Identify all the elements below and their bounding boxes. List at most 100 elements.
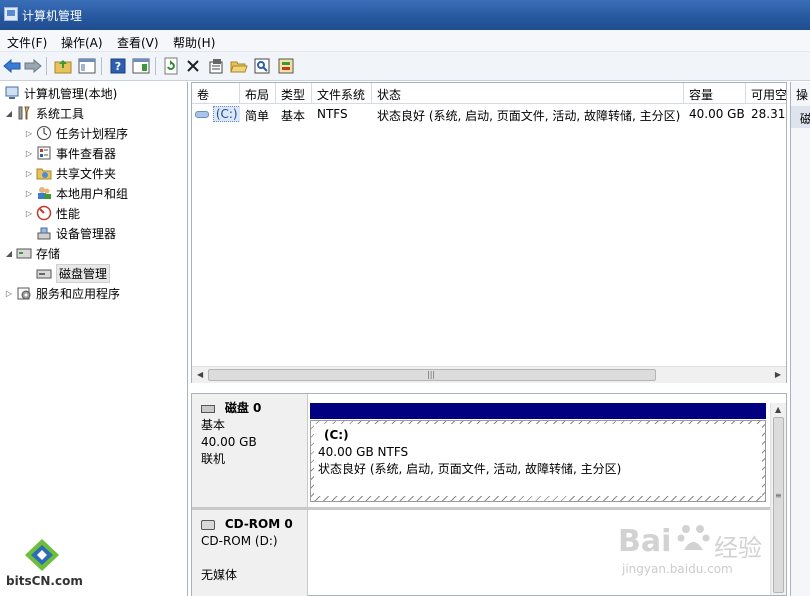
column-header-volume[interactable]: 卷 — [192, 83, 240, 104]
delete-icon[interactable] — [183, 56, 203, 76]
horizontal-scrollbar[interactable]: ◀ ||| ▶ — [192, 366, 786, 383]
column-header-type[interactable]: 类型 — [276, 83, 312, 104]
collapsed-arrow-icon[interactable]: ▷ — [4, 289, 14, 298]
tree-label: 任务计划程序 — [56, 126, 129, 141]
hard-disk-icon — [201, 404, 215, 413]
disk-settings-icon[interactable] — [276, 56, 296, 76]
tree-item-storage[interactable]: ◢ 存储 — [4, 244, 60, 262]
open-folder-icon[interactable] — [229, 56, 249, 76]
search-icon[interactable] — [252, 56, 272, 76]
tree-item-root[interactable]: 计算机管理(本地) — [2, 84, 117, 102]
partition-c-info: (C:) 40.00 GB NTFS 状态良好 (系统, 启动, 页面文件, 活… — [314, 424, 762, 496]
volume-name: (C:) — [212, 106, 240, 122]
console-tree-icon[interactable] — [77, 56, 97, 76]
column-header-status[interactable]: 状态 — [372, 83, 684, 104]
table-row-volume-cell[interactable]: (C:) — [192, 106, 240, 124]
collapsed-arrow-icon[interactable]: ▷ — [24, 189, 34, 198]
menu-bar: 文件(F) 操作(A) 查看(V) 帮助(H) — [0, 30, 810, 52]
tree-item-disk-management[interactable]: 磁盘管理 — [34, 263, 111, 283]
grip-icon: ||| — [427, 370, 436, 379]
action-pane-icon[interactable] — [131, 56, 151, 76]
partition-status: 状态良好 (系统, 启动, 页面文件, 活动, 故障转储, 主分区) — [318, 462, 622, 476]
paw-icon — [676, 520, 712, 559]
services-icon — [16, 285, 32, 301]
tree-label: 计算机管理(本地) — [24, 86, 118, 101]
table-row-capacity-cell: 40.00 GB — [689, 107, 745, 121]
help-icon[interactable]: ? — [108, 56, 128, 76]
svg-text:?: ? — [115, 60, 121, 73]
drive-icon — [195, 111, 209, 118]
tree-label: 事件查看器 — [56, 146, 117, 161]
column-header-free[interactable]: 可用空 — [746, 83, 786, 104]
back-arrow-icon[interactable] — [2, 56, 22, 76]
menu-view[interactable]: 查看(V) — [117, 34, 159, 51]
scroll-thumb[interactable]: ||| — [208, 369, 656, 381]
cdrom-icon — [201, 519, 215, 530]
collapsed-arrow-icon[interactable]: ▷ — [24, 169, 34, 178]
partition-c[interactable]: (C:) 40.00 GB NTFS 状态良好 (系统, 启动, 页面文件, 活… — [310, 420, 766, 502]
tree-label: 本地用户和组 — [56, 186, 129, 201]
collapsed-arrow-icon[interactable]: ▷ — [24, 209, 34, 218]
clock-icon — [36, 125, 52, 141]
storage-icon — [16, 245, 32, 261]
cdrom-0-label[interactable]: CD-ROM 0 CD-ROM (D:) 无媒体 — [192, 510, 308, 596]
tree-label: 磁盘管理 — [56, 263, 111, 283]
column-header-filesystem[interactable]: 文件系统 — [312, 83, 372, 104]
menu-help[interactable]: 帮助(H) — [173, 34, 215, 51]
table-row-type-cell: 基本 — [281, 109, 306, 123]
scroll-left-icon[interactable]: ◀ — [197, 370, 203, 379]
up-folder-icon[interactable] — [53, 56, 73, 76]
grip-icon: ≡ — [775, 491, 782, 500]
tree-item-shared-folders[interactable]: ▷ 共享文件夹 — [24, 164, 116, 182]
table-row-fs-cell: NTFS — [317, 107, 348, 121]
tree-label: 系统工具 — [36, 106, 85, 121]
site-logo-icon — [24, 538, 60, 575]
tree-item-performance[interactable]: ▷ 性能 — [24, 204, 80, 222]
column-header-capacity[interactable]: 容量 — [684, 83, 746, 104]
tree-item-system-tools[interactable]: ◢ 系统工具 — [4, 104, 84, 122]
refresh-icon[interactable] — [161, 56, 181, 76]
expanded-arrow-icon[interactable]: ◢ — [4, 249, 14, 258]
collapsed-arrow-icon[interactable]: ▷ — [24, 129, 34, 138]
tree-label: 服务和应用程序 — [36, 286, 121, 301]
column-header-layout[interactable]: 布局 — [240, 83, 276, 104]
computer-icon — [4, 85, 20, 101]
tree-item-task-scheduler[interactable]: ▷ 任务计划程序 — [24, 124, 128, 142]
site-watermark: bitsCN.com — [6, 538, 86, 590]
tree-item-services-apps[interactable]: ▷ 服务和应用程序 — [4, 284, 120, 302]
disk-kind: 基本 — [201, 418, 226, 432]
partition-color-bar — [310, 403, 766, 419]
toolbar-separator — [46, 57, 47, 75]
tree-item-event-viewer[interactable]: ▷ 事件查看器 — [24, 144, 116, 162]
toolbar: ? — [0, 52, 810, 81]
menu-file[interactable]: 文件(F) — [7, 34, 47, 51]
performance-icon — [36, 205, 52, 221]
collapsed-arrow-icon[interactable]: ▷ — [24, 149, 34, 158]
forward-arrow-icon[interactable] — [23, 56, 43, 76]
window-title: 计算机管理 — [22, 9, 83, 23]
event-viewer-icon — [36, 145, 52, 161]
disk-0-label[interactable]: 磁盘 0 基本 40.00 GB 联机 — [192, 394, 308, 507]
tree-item-local-users[interactable]: ▷ 本地用户和组 — [24, 184, 128, 202]
title-bar: 计算机管理 — [0, 0, 810, 30]
tree-label: 性能 — [56, 206, 81, 221]
scroll-right-icon[interactable]: ▶ — [775, 370, 781, 379]
tree-label: 共享文件夹 — [56, 166, 117, 181]
baidu-brand: Bai — [618, 524, 672, 559]
scroll-up-icon[interactable]: ▲ — [775, 405, 781, 414]
disk-state: 联机 — [201, 452, 226, 466]
properties-icon[interactable] — [206, 56, 226, 76]
site-watermark-text: bitsCN.com — [6, 574, 83, 588]
actions-item[interactable]: 磁 — [791, 106, 810, 128]
tree-label: 存储 — [36, 246, 61, 261]
toolbar-separator — [155, 57, 156, 75]
cdrom-drive: CD-ROM (D:) — [201, 534, 278, 548]
menu-action[interactable]: 操作(A) — [61, 34, 103, 51]
partition-size-fs: 40.00 GB NTFS — [318, 445, 409, 459]
expanded-arrow-icon[interactable]: ◢ — [4, 109, 14, 118]
volume-list: 卷 布局 类型 文件系统 状态 容量 可用空 (C:) 简单 基本 NTFS 状… — [191, 82, 787, 383]
baidu-url: jingyan.baidu.com — [622, 562, 733, 576]
baidu-watermark: Bai 经验 jingyan.baidu.com — [618, 508, 798, 578]
tree-item-device-manager[interactable]: 设备管理器 — [34, 224, 116, 242]
table-row-free-cell: 28.31 — [751, 107, 786, 121]
